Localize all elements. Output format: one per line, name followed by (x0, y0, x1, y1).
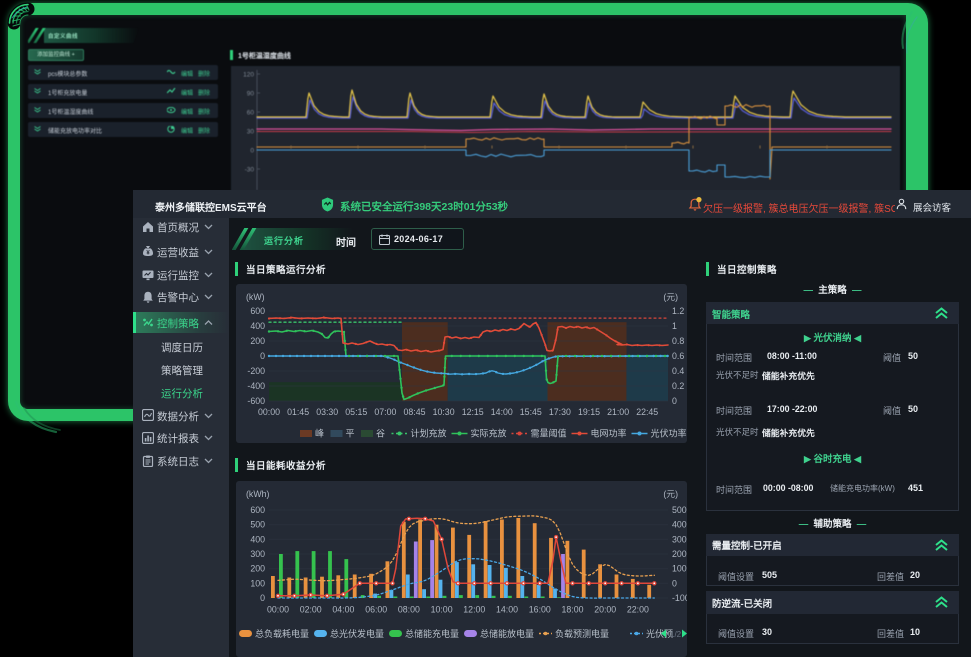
svg-text:16:00: 16:00 (529, 605, 551, 615)
svg-text:电网功率: 电网功率 (591, 428, 627, 439)
svg-text:12:15: 12:15 (462, 407, 484, 417)
svg-text:14:00: 14:00 (496, 605, 518, 615)
svg-text:实际充放: 实际充放 (471, 428, 507, 439)
svg-text:-200: -200 (247, 366, 265, 376)
svg-text:400: 400 (672, 520, 687, 530)
svg-text:00:00: 00:00 (258, 407, 280, 417)
svg-text:0: 0 (260, 351, 265, 361)
svg-text:02:00: 02:00 (300, 605, 322, 615)
svg-text:300: 300 (672, 534, 687, 544)
svg-text:0.4: 0.4 (672, 366, 684, 376)
svg-text:1: 1 (672, 321, 677, 331)
svg-text:0.6: 0.6 (672, 351, 684, 361)
svg-text:-400: -400 (247, 381, 265, 391)
svg-text:18:00: 18:00 (561, 605, 583, 615)
svg-text:光伏功率: 光伏功率 (651, 428, 687, 439)
svg-text:平: 平 (346, 429, 355, 439)
svg-text:-100: -100 (672, 593, 687, 603)
svg-text:100: 100 (672, 564, 687, 574)
svg-text:0.2: 0.2 (672, 381, 684, 391)
svg-text:(元): (元) (663, 489, 678, 499)
svg-text:01:45: 01:45 (287, 407, 309, 417)
svg-text:07:00: 07:00 (374, 407, 396, 417)
svg-text:计划充放: 计划充放 (411, 428, 447, 439)
svg-text:(kW): (kW) (246, 292, 265, 302)
svg-text:1.2: 1.2 (672, 306, 684, 316)
svg-text:300: 300 (250, 549, 265, 559)
svg-text:200: 200 (672, 549, 687, 559)
svg-text:(元): (元) (663, 292, 678, 302)
svg-text:0: 0 (672, 578, 677, 588)
svg-text:10:00: 10:00 (431, 605, 453, 615)
svg-text:总储能充电量: 总储能充电量 (405, 628, 459, 639)
svg-text:10:30: 10:30 (433, 407, 455, 417)
svg-text:22:00: 22:00 (627, 605, 649, 615)
svg-text:60: 60 (247, 110, 255, 117)
svg-text:谷: 谷 (376, 429, 385, 439)
svg-text:总储能放电量: 总储能放电量 (480, 628, 534, 639)
svg-text:0: 0 (672, 396, 677, 406)
svg-text:120: 120 (243, 72, 254, 79)
svg-text:22:45: 22:45 (636, 407, 658, 417)
svg-text:1/2: 1/2 (670, 630, 682, 639)
svg-text:需量阈值: 需量阈值 (531, 428, 567, 439)
svg-text:19:15: 19:15 (578, 407, 600, 417)
svg-text:0: 0 (250, 148, 254, 155)
svg-text:08:45: 08:45 (403, 407, 425, 417)
svg-text:05:15: 05:15 (345, 407, 367, 417)
svg-text:-30: -30 (245, 167, 255, 174)
svg-text:00:00: 00:00 (267, 605, 289, 615)
svg-text:600: 600 (250, 505, 265, 515)
svg-text:90: 90 (247, 91, 255, 98)
svg-text:(kWh): (kWh) (246, 489, 270, 499)
svg-text:峰: 峰 (315, 429, 324, 439)
svg-text:17:30: 17:30 (549, 407, 571, 417)
svg-text:21:00: 21:00 (607, 407, 629, 417)
svg-text:500: 500 (250, 520, 265, 530)
svg-text:总光伏发电量: 总光伏发电量 (330, 628, 384, 639)
svg-text:06:00: 06:00 (365, 605, 387, 615)
svg-text:负载预测电量: 负载预测电量 (555, 628, 609, 639)
svg-text:总负载耗电量: 总负载耗电量 (255, 628, 309, 639)
svg-text:200: 200 (250, 564, 265, 574)
svg-text:400: 400 (250, 534, 265, 544)
svg-text:400: 400 (250, 321, 265, 331)
svg-text:200: 200 (250, 336, 265, 346)
svg-text:0.8: 0.8 (672, 336, 684, 346)
svg-text:0: 0 (260, 593, 265, 603)
svg-text:-600: -600 (247, 396, 265, 406)
svg-text:20:00: 20:00 (594, 605, 616, 615)
svg-text:光伏预: 光伏预 (646, 628, 673, 639)
svg-text:100: 100 (250, 578, 265, 588)
svg-text:04:00: 04:00 (332, 605, 354, 615)
svg-text:15:45: 15:45 (520, 407, 542, 417)
svg-text:08:00: 08:00 (398, 605, 420, 615)
svg-text:03:30: 03:30 (316, 407, 338, 417)
svg-text:30: 30 (247, 129, 255, 136)
svg-text:12:00: 12:00 (463, 605, 485, 615)
svg-text:600: 600 (250, 306, 265, 316)
svg-text:500: 500 (672, 505, 687, 515)
svg-text:14:00: 14:00 (491, 407, 513, 417)
